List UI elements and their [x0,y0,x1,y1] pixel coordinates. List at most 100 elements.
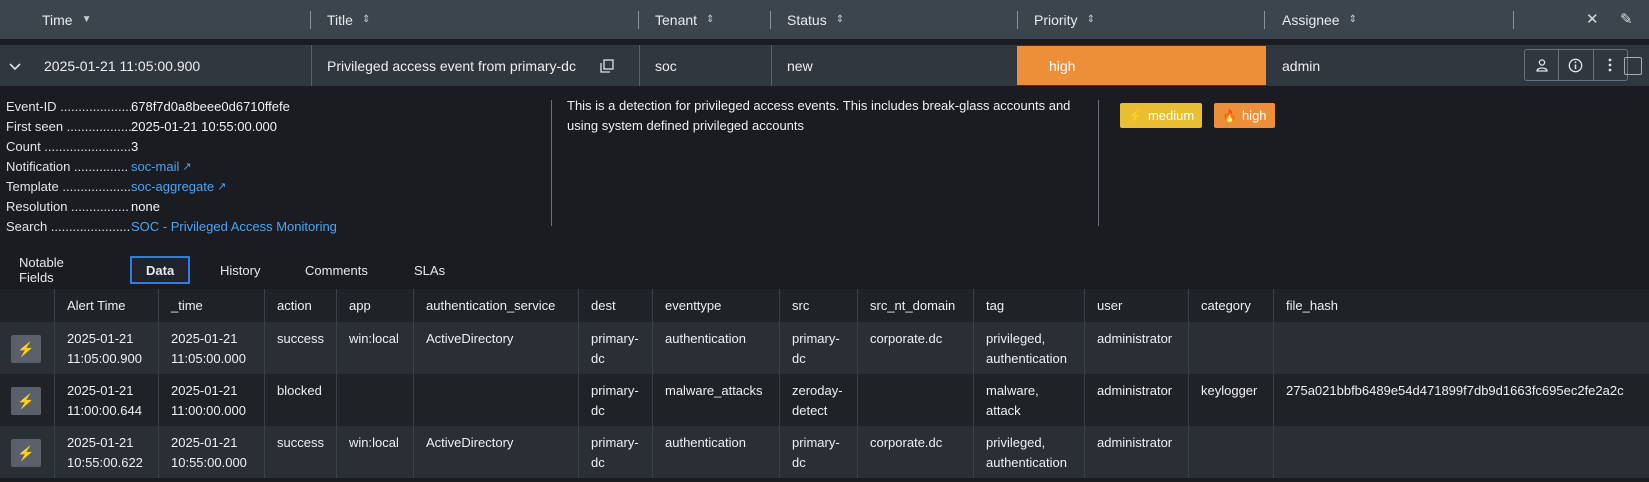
divider [639,45,640,86]
field-value: 2025-01-21 10:55:00.000 [131,118,278,134]
col-header-priority[interactable]: Priority ⇕ [1034,0,1095,39]
field-key: Search ......................... [6,218,131,234]
sort-desc-icon: ▼ [81,14,92,25]
col-src-nt-domain[interactable]: src_nt_domain [857,289,973,322]
alert-title: Privileged access event from primary-dc [327,57,576,74]
badge-medium: ⚡ medium [1120,103,1203,128]
col-label: Assignee [1282,11,1340,28]
priority-cell[interactable]: high [1017,46,1266,85]
col-category[interactable]: category [1188,289,1273,322]
field-value: 678f7d0a8beee0d6710ffefe [131,98,290,114]
cell-src-nt-domain: corporate.dc [857,322,973,374]
sort-icon: ⇕ [835,14,845,25]
col-label: Status [787,11,827,28]
row-select-checkbox[interactable] [1624,57,1642,75]
close-icon[interactable]: ✕ [1586,10,1599,28]
column-resizer[interactable] [1264,11,1265,29]
more-vertical-icon[interactable] [1594,50,1627,80]
detail-first-seen: First seen .................. 2025-01-21 … [6,116,337,136]
column-resizer[interactable] [1513,11,1514,29]
bolt-icon[interactable]: ⚡ [11,387,41,415]
cell-src: primary-dc [779,426,857,478]
col-dest[interactable]: dest [578,289,652,322]
flame-icon: 🔥 [1222,108,1237,123]
field-value: 3 [131,138,139,154]
tab-slas[interactable]: SLAs [414,256,445,284]
bolt-icon: ⚡ [1128,108,1143,123]
cell-dest: primary-dc [578,426,652,478]
col-authentication-service[interactable]: authentication_service [413,289,578,322]
col-eventtype[interactable]: eventtype [652,289,779,322]
col-header-time[interactable]: Time ▼ [42,0,92,39]
edit-icon[interactable]: ✎ [1620,10,1633,28]
info-icon[interactable] [1559,50,1594,80]
link-text: soc-aggregate [131,178,215,194]
cell-action: success [264,322,336,374]
cell-authentication-service: ActiveDirectory [413,322,578,374]
col-header-status[interactable]: Status ⇕ [787,0,844,39]
external-link-icon: ↗ [182,160,192,173]
alert-assignee[interactable]: admin [1282,45,1320,86]
detail-search: Search ......................... SOC - Pr… [6,216,337,236]
bolt-icon[interactable]: ⚡ [11,335,41,363]
field-key: Event-ID .................... [6,98,131,114]
cell-alert-time: 2025-01-21 11:05:00.900 [54,322,158,374]
tab-notable-fields[interactable]: Notable Fields [19,255,64,285]
row-action-group [1524,49,1628,81]
cell-tag: privileged, authentication [973,426,1084,478]
col-tag[interactable]: tag [973,289,1084,322]
cell-file-hash [1273,426,1649,478]
col-file-hash[interactable]: file_hash [1273,289,1649,322]
col-action[interactable]: action [264,289,336,322]
external-link-icon: ↗ [217,180,227,193]
copy-icon[interactable] [600,45,614,86]
detail-notification: Notification ............... soc-mail ↗ [6,156,337,176]
alert-status[interactable]: new [787,45,813,86]
alert-row[interactable]: 2025-01-21 11:05:00.900 Privileged acces… [0,45,1649,86]
tab-comments[interactable]: Comments [305,256,368,284]
cell-alert-time: 2025-01-21 10:55:00.622 [54,426,158,478]
cell-action: success [264,426,336,478]
col-time[interactable]: _time [158,289,264,322]
cell-action: blocked [264,374,336,426]
col-label: Time [42,11,73,28]
col-header-title[interactable]: Title ⇕ [327,0,370,39]
cell-app [336,374,413,426]
tab-history[interactable]: History [220,256,260,284]
column-resizer[interactable] [770,11,771,29]
template-link[interactable]: soc-aggregate ↗ [131,179,226,194]
col-user[interactable]: user [1084,289,1188,322]
alert-details: Event-ID .................... 678f7d0a8be… [0,90,1649,240]
badge-label: high [1241,108,1267,123]
col-src[interactable]: src [779,289,857,322]
chevron-down-icon[interactable] [8,45,22,86]
field-key: Resolution ................ [6,198,129,214]
search-link[interactable]: SOC - Privileged Access Monitoring [131,219,337,234]
cell-src: zeroday-detect [779,374,857,426]
alert-table-header: Time ▼ Title ⇕ Tenant ⇕ Status ⇕ Priority ⇕ A… [0,0,1649,39]
cell-eventtype: authentication [652,322,779,374]
cell-app: win:local [336,426,413,478]
column-resizer[interactable] [1017,11,1018,29]
column-resizer[interactable] [310,11,311,29]
column-resizer[interactable] [638,11,639,29]
cell-authentication-service [413,374,578,426]
col-header-tenant[interactable]: Tenant ⇕ [655,0,714,39]
col-app[interactable]: app [336,289,413,322]
col-header-assignee[interactable]: Assignee ⇕ [1282,0,1357,39]
notification-link[interactable]: soc-mail ↗ [131,159,192,174]
cell-tag: malware, attack [973,374,1084,426]
bolt-icon[interactable]: ⚡ [11,439,41,467]
col-label: Title [327,11,353,28]
tab-data[interactable]: Data [130,256,191,284]
detail-count: Count ........................... 3 [6,136,337,156]
detail-resolution: Resolution ................ none [6,196,337,216]
cell-category [1188,322,1273,374]
detail-event-id: Event-ID .................... 678f7d0a8be… [6,96,337,116]
assign-user-icon[interactable] [1525,50,1560,80]
divider [311,45,312,86]
badge-label: medium [1147,108,1195,123]
cell-user: administrator [1084,374,1188,426]
col-alert-time[interactable]: Alert Time [54,289,162,322]
alert-tenant: soc [655,57,677,74]
